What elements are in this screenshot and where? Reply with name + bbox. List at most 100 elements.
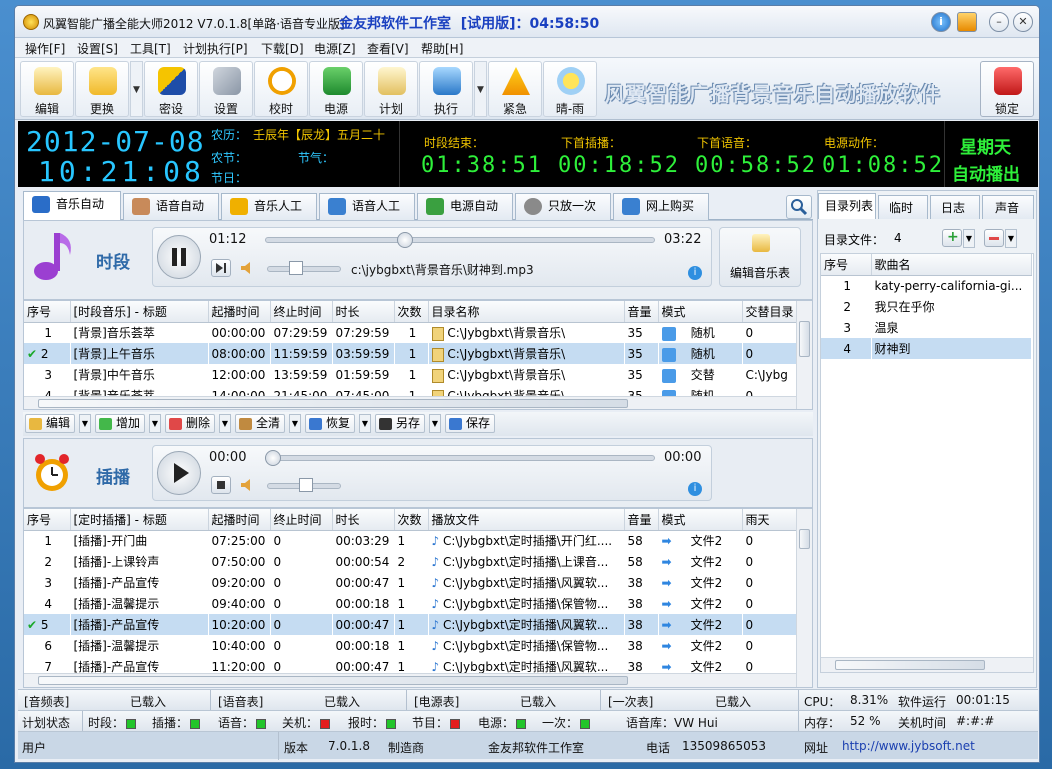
save-button[interactable]: 保存 xyxy=(445,414,496,433)
insert-vscrollbar[interactable] xyxy=(796,509,812,687)
replace-tool-button[interactable]: 更换 xyxy=(75,61,129,117)
tab-log[interactable]: 日志 xyxy=(930,195,980,219)
add-file-dropdown[interactable]: ▼ xyxy=(963,229,975,248)
insert-progress-knob[interactable] xyxy=(265,450,281,466)
table-row[interactable]: 6 [插播]-温馨提示 10:40:00 0 00:00:18 1 ♪ C:\Jybgbxt… xyxy=(24,635,796,656)
menu-plan[interactable]: 计划执行[P] xyxy=(183,40,248,57)
delete-button[interactable]: 删除 xyxy=(165,414,216,433)
restore-dropdown[interactable]: ▼ xyxy=(359,414,371,433)
column-header[interactable]: 次数 xyxy=(394,509,429,531)
tab-voice-manual[interactable]: 语音人工 xyxy=(319,193,415,220)
table-row[interactable]: ✔ 5 [插播]-产品宣传 10:20:00 0 00:00:47 1 ♪ C:\Jybgb… xyxy=(24,614,796,635)
song-hscrollbar[interactable] xyxy=(821,657,1033,672)
close-button[interactable]: ✕ xyxy=(1013,12,1033,32)
execute-tool-button[interactable]: 执行 xyxy=(419,61,473,117)
scroll-thumb[interactable] xyxy=(835,660,985,670)
column-header[interactable]: 序号 xyxy=(24,509,71,531)
info-icon[interactable]: i xyxy=(688,266,702,280)
menu-view[interactable]: 查看[V] xyxy=(367,40,409,57)
column-header[interactable]: 歌曲名 xyxy=(871,254,1032,276)
column-header[interactable]: 起播时间 xyxy=(208,301,271,323)
table-row[interactable]: ✔ 2 [背景]上午音乐 08:00:00 11:59:59 03:59:59 1 C:\… xyxy=(24,343,796,364)
website-link[interactable]: http://www.jybsoft.net xyxy=(842,739,975,753)
tab-music-manual[interactable]: 音乐人工 xyxy=(221,193,317,220)
execute-dropdown[interactable]: ▼ xyxy=(474,61,487,117)
menu-tools[interactable]: 工具[T] xyxy=(130,40,171,57)
column-header[interactable]: 模式 xyxy=(658,509,743,531)
insert-progress-track[interactable] xyxy=(265,455,655,461)
segment-vscrollbar[interactable] xyxy=(796,301,812,409)
remove-file-dropdown[interactable]: ▼ xyxy=(1005,229,1017,248)
add-file-button[interactable]: + xyxy=(942,229,962,247)
add-dropdown[interactable]: ▼ xyxy=(149,414,161,433)
list-item[interactable]: 3 温泉 xyxy=(821,317,1031,338)
table-row[interactable]: 2 [插播]-上课铃声 07:50:00 0 00:00:54 2 ♪ C:\Jybgbxt… xyxy=(24,551,796,572)
edit-button[interactable]: 编辑 xyxy=(25,414,76,433)
search-button[interactable] xyxy=(786,195,812,219)
tab-online-buy[interactable]: 网上购买 xyxy=(613,193,709,220)
password-tool-button[interactable]: 密设 xyxy=(144,61,198,117)
insert-hscrollbar[interactable] xyxy=(24,673,796,687)
menu-operate[interactable]: 操作[F] xyxy=(25,40,65,57)
restore-button[interactable]: 恢复 xyxy=(305,414,356,433)
add-button[interactable]: 增加 xyxy=(95,414,146,433)
list-item[interactable]: 4 财神到 xyxy=(821,338,1031,359)
save-as-button[interactable]: 另存 xyxy=(375,414,426,433)
edit-dropdown[interactable]: ▼ xyxy=(79,414,91,433)
column-header[interactable]: 时长 xyxy=(332,301,395,323)
next-track-button[interactable] xyxy=(211,259,231,277)
column-header[interactable]: 次数 xyxy=(394,301,429,323)
tab-sound[interactable]: 声音 xyxy=(982,195,1034,219)
settings-tool-button[interactable]: 设置 xyxy=(199,61,253,117)
clear-all-button[interactable]: 全清 xyxy=(235,414,286,433)
stop-button[interactable] xyxy=(211,476,231,494)
column-header[interactable]: 序号 xyxy=(24,301,71,323)
emergency-tool-button[interactable]: 紧急 xyxy=(488,61,542,117)
tab-music-auto[interactable]: 音乐自动 xyxy=(23,191,121,221)
tab-play-once[interactable]: 只放一次 xyxy=(515,193,611,220)
save-as-dropdown[interactable]: ▼ xyxy=(429,414,441,433)
column-header[interactable]: 序号 xyxy=(821,254,872,276)
column-header[interactable]: 交替目录 xyxy=(742,301,797,323)
table-row[interactable]: 3 [插播]-产品宣传 09:20:00 0 00:00:47 1 ♪ C:\Jybgbxt… xyxy=(24,572,796,593)
delete-dropdown[interactable]: ▼ xyxy=(219,414,231,433)
tab-directory-list[interactable]: 目录列表 xyxy=(818,193,876,219)
weather-tool-button[interactable]: 晴-雨 xyxy=(543,61,597,117)
segment-volume-track[interactable] xyxy=(267,266,341,272)
table-row[interactable]: 1 [背景]音乐荟萃 00:00:00 07:29:59 07:29:59 1 C:\Jy… xyxy=(24,322,796,343)
column-header[interactable]: 起播时间 xyxy=(208,509,271,531)
insert-volume-knob[interactable] xyxy=(299,478,313,492)
scroll-thumb[interactable] xyxy=(38,676,628,685)
column-header[interactable]: [定时插播] - 标题 xyxy=(70,509,209,531)
table-row[interactable]: 3 [背景]中午音乐 12:00:00 13:59:59 01:59:59 1 C:\Jy… xyxy=(24,364,796,385)
column-header[interactable]: 终止时间 xyxy=(270,509,333,531)
column-header[interactable]: 时长 xyxy=(332,509,395,531)
segment-progress-knob[interactable] xyxy=(397,232,414,248)
clear-dropdown[interactable]: ▼ xyxy=(289,414,301,433)
remove-file-button[interactable] xyxy=(984,229,1004,247)
menu-settings[interactable]: 设置[S] xyxy=(77,40,118,57)
column-header[interactable]: 模式 xyxy=(658,301,743,323)
segment-volume-knob[interactable] xyxy=(289,261,303,275)
plan-tool-button[interactable]: 计划 xyxy=(364,61,418,117)
replace-dropdown[interactable]: ▼ xyxy=(130,61,143,117)
column-header[interactable]: 终止时间 xyxy=(270,301,333,323)
column-header[interactable]: 雨天 xyxy=(742,509,797,531)
column-header[interactable]: 音量 xyxy=(624,509,659,531)
column-header[interactable]: 目录名称 xyxy=(428,301,625,323)
power-tool-button[interactable]: 电源 xyxy=(309,61,363,117)
menu-download[interactable]: 下载[D] xyxy=(261,40,304,57)
minimize-button[interactable]: – xyxy=(989,12,1009,32)
edit-music-table-button[interactable]: 编辑音乐表 xyxy=(719,227,801,287)
pause-button[interactable] xyxy=(157,235,201,279)
scroll-thumb[interactable] xyxy=(38,399,628,408)
info-icon[interactable]: i xyxy=(688,482,702,496)
menu-power[interactable]: 电源[Z] xyxy=(314,40,356,57)
edit-tool-button[interactable]: 编辑 xyxy=(20,61,74,117)
chat-icon[interactable] xyxy=(957,12,977,32)
lock-tool-button[interactable]: 锁定 xyxy=(980,61,1034,117)
volume-icon[interactable] xyxy=(239,478,259,492)
column-header[interactable]: 播放文件 xyxy=(428,509,625,531)
tab-power-auto[interactable]: 电源自动 xyxy=(417,193,513,220)
play-button[interactable] xyxy=(157,451,201,495)
